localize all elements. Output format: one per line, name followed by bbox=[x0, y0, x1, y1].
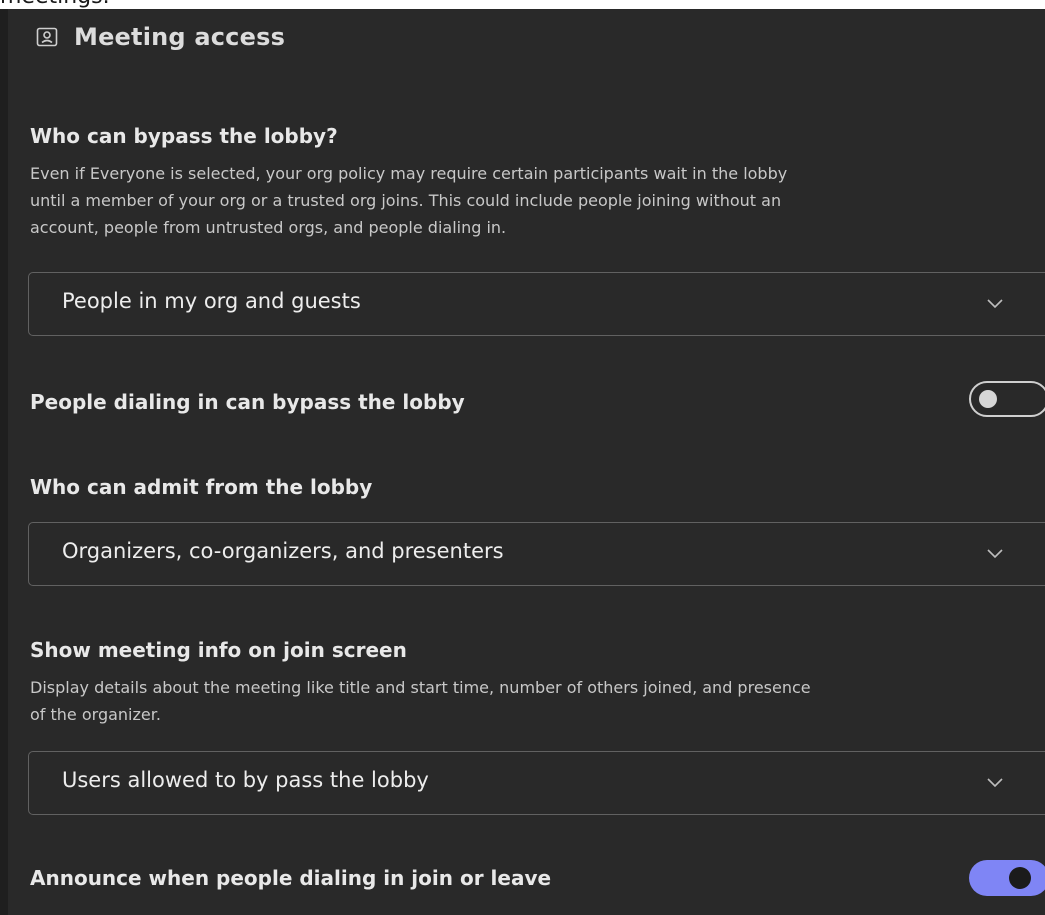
admit-from-lobby-dropdown[interactable]: Organizers, co-organizers, and presenter… bbox=[28, 522, 1045, 586]
bypass-lobby-label: Who can bypass the lobby? bbox=[30, 124, 338, 148]
person-card-icon bbox=[34, 24, 60, 50]
meeting-info-description-line: Display details about the meeting like t… bbox=[30, 678, 811, 697]
meeting-info-description-line: of the organizer. bbox=[30, 705, 161, 724]
clipped-heading-text: meetings. bbox=[0, 0, 110, 9]
section-header: Meeting access bbox=[34, 23, 285, 51]
bypass-lobby-description-line: account, people from untrusted orgs, and… bbox=[30, 218, 507, 237]
toggle-knob bbox=[979, 390, 997, 408]
announce-dial-in-toggle[interactable] bbox=[969, 860, 1045, 896]
bypass-lobby-description-line: until a member of your org or a trusted … bbox=[30, 191, 782, 210]
meeting-access-panel: Meeting access Who can bypass the lobby?… bbox=[8, 9, 1045, 915]
dial-in-bypass-toggle[interactable] bbox=[969, 381, 1045, 417]
bypass-lobby-dropdown[interactable]: People in my org and guests bbox=[28, 272, 1045, 336]
chevron-down-icon bbox=[987, 299, 1003, 309]
admit-from-lobby-selected-value: Organizers, co-organizers, and presenter… bbox=[62, 539, 504, 563]
meeting-info-description: Display details about the meeting like t… bbox=[30, 674, 1045, 728]
chevron-down-icon bbox=[987, 778, 1003, 788]
bypass-lobby-description: Even if Everyone is selected, your org p… bbox=[30, 160, 1045, 241]
chevron-down-icon bbox=[987, 549, 1003, 559]
bypass-lobby-selected-value: People in my org and guests bbox=[62, 289, 361, 313]
dial-in-bypass-label: People dialing in can bypass the lobby bbox=[30, 390, 465, 414]
admit-from-lobby-label: Who can admit from the lobby bbox=[30, 475, 373, 499]
clipped-heading-strip: meetings. bbox=[0, 0, 1045, 9]
meeting-info-label: Show meeting info on join screen bbox=[30, 638, 407, 662]
announce-dial-in-label: Announce when people dialing in join or … bbox=[30, 866, 552, 890]
bypass-lobby-description-line: Even if Everyone is selected, your org p… bbox=[30, 164, 788, 183]
meeting-info-selected-value: Users allowed to by pass the lobby bbox=[62, 768, 429, 792]
toggle-knob bbox=[1009, 867, 1031, 889]
meeting-info-dropdown[interactable]: Users allowed to by pass the lobby bbox=[28, 751, 1045, 815]
section-title: Meeting access bbox=[74, 23, 286, 51]
